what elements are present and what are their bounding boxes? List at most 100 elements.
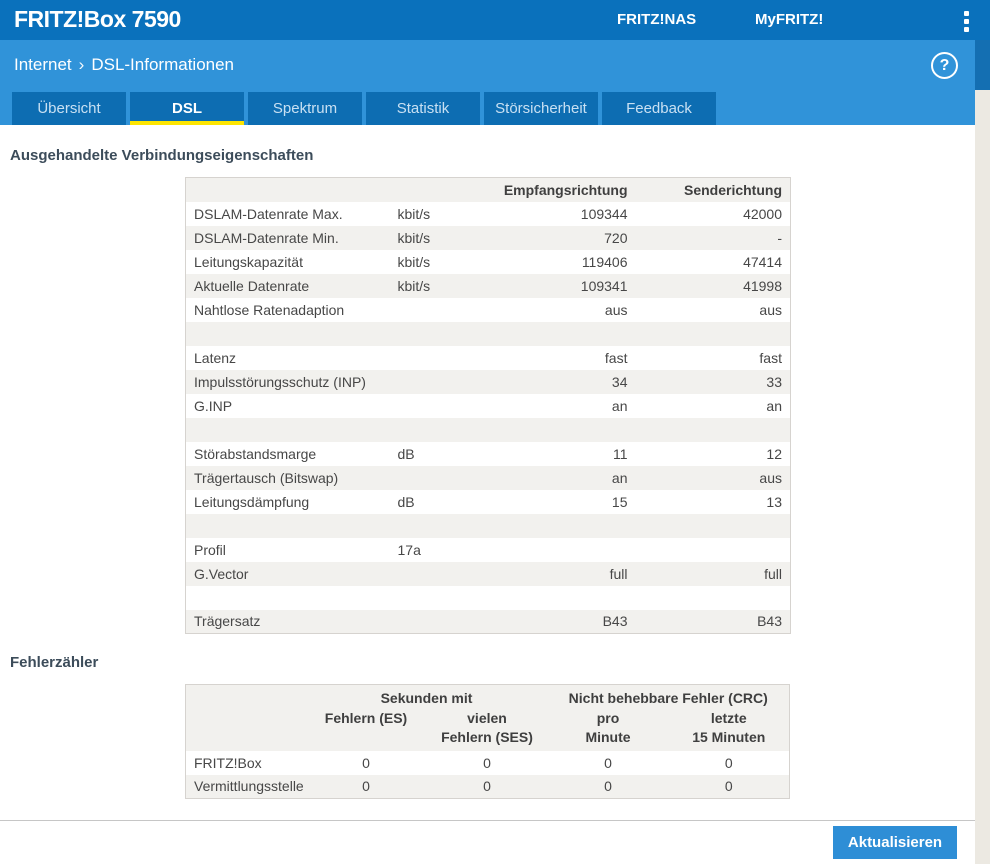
tab-spektrum[interactable]: Spektrum [248, 92, 362, 125]
row-downstream-value: 119406 [466, 250, 636, 274]
row-upstream-value: 47414 [636, 250, 791, 274]
row-downstream-value: aus [466, 298, 636, 322]
value-cell: 0 [669, 751, 790, 775]
table-row: DSLAM-Datenrate Max.kbit/s10934442000 [186, 202, 791, 226]
table-row [186, 418, 791, 442]
row-downstream-value: 11 [466, 442, 636, 466]
header-upstream: Senderichtung [636, 178, 791, 202]
row-upstream-value [636, 514, 791, 538]
scrollbar-track[interactable] [975, 40, 990, 864]
row-label: DSLAM-Datenrate Min. [186, 226, 390, 250]
row-upstream-value: 42000 [636, 202, 791, 226]
row-unit: dB [390, 490, 466, 514]
row-downstream-value [466, 538, 636, 562]
row-upstream-value: 33 [636, 370, 791, 394]
breadcrumb: Internet › DSL-Informationen [14, 55, 234, 75]
row-downstream-value: an [466, 466, 636, 490]
table-row: DSLAM-Datenrate Min.kbit/s720- [186, 226, 791, 250]
row-upstream-value: - [636, 226, 791, 250]
value-cell: 0 [669, 775, 790, 799]
header-per-minute: pro Minute [548, 709, 669, 751]
table-row: Impulsstörungsschutz (INP)3433 [186, 370, 791, 394]
row-unit: kbit/s [390, 202, 466, 226]
row-label: G.INP [186, 394, 390, 418]
row-label: Störabstandsmarge [186, 442, 390, 466]
nav-fritznas-link[interactable]: FRITZ!NAS [617, 11, 696, 28]
row-unit [390, 514, 466, 538]
row-label: Latenz [186, 346, 390, 370]
row-downstream-value: B43 [466, 610, 636, 634]
row-downstream-value [466, 322, 636, 346]
row-unit [390, 610, 466, 634]
tab--bersicht[interactable]: Übersicht [12, 92, 126, 125]
footer-divider [0, 820, 975, 821]
row-label: Impulsstörungsschutz (INP) [186, 370, 390, 394]
row-unit [390, 298, 466, 322]
value-cell: 0 [548, 751, 669, 775]
value-cell: 0 [306, 775, 427, 799]
table-row: TrägersatzB43B43 [186, 610, 791, 634]
value-cell: 0 [427, 775, 548, 799]
table-row: Trägertausch (Bitswap)anaus [186, 466, 791, 490]
row-unit [390, 562, 466, 586]
nav-myfritz-link[interactable]: MyFRITZ! [755, 11, 823, 28]
breadcrumb-section[interactable]: Internet [14, 55, 72, 74]
row-label [186, 322, 390, 346]
row-upstream-value: 13 [636, 490, 791, 514]
row-unit: kbit/s [390, 250, 466, 274]
row-downstream-value: fast [466, 346, 636, 370]
row-upstream-value: 41998 [636, 274, 791, 298]
table-row: Profil17a [186, 538, 791, 562]
error-counter-table: Sekunden mit Nicht behebbare Fehler (CRC… [185, 684, 790, 799]
row-upstream-value: fast [636, 346, 791, 370]
row-label: FRITZ!Box [186, 751, 306, 775]
row-upstream-value: B43 [636, 610, 791, 634]
table-row [186, 322, 791, 346]
tab-dsl[interactable]: DSL [130, 92, 244, 125]
table-row: Latenz fastfast [186, 346, 791, 370]
row-label [186, 586, 390, 610]
tab-st-rsicherheit[interactable]: Störsicherheit [484, 92, 598, 125]
breadcrumb-separator-icon: › [79, 55, 85, 74]
app-header: FRITZ!Box 7590 FRITZ!NAS MyFRITZ! [0, 0, 990, 40]
table-row: FRITZ!Box0000 [186, 751, 790, 775]
table-row: Leitungskapazitätkbit/s11940647414 [186, 250, 791, 274]
row-unit [390, 370, 466, 394]
row-downstream-value [466, 418, 636, 442]
row-downstream-value: 15 [466, 490, 636, 514]
value-cell: 0 [548, 775, 669, 799]
row-unit: kbit/s [390, 226, 466, 250]
row-upstream-value [636, 418, 791, 442]
header-last-15-min: letzte 15 Minuten [669, 709, 790, 751]
table-header-row: Empfangsrichtung Senderichtung [186, 178, 791, 202]
row-unit: dB [390, 442, 466, 466]
row-label: DSLAM-Datenrate Max. [186, 202, 390, 226]
row-label: Trägertausch (Bitswap) [186, 466, 390, 490]
table-row [186, 514, 791, 538]
row-label: Profil [186, 538, 390, 562]
page-title: DSL-Informationen [91, 55, 234, 74]
refresh-button[interactable]: Aktualisieren [833, 826, 957, 859]
app-title: FRITZ!Box 7590 [14, 6, 181, 33]
row-unit [390, 322, 466, 346]
row-upstream-value: an [636, 394, 791, 418]
table-row: Aktuelle Datenratekbit/s10934141998 [186, 274, 791, 298]
tab-statistik[interactable]: Statistik [366, 92, 480, 125]
row-label [186, 418, 390, 442]
header-empty-cell [186, 178, 390, 202]
row-label: Nahtlose Ratenadaption [186, 298, 390, 322]
tab-feedback[interactable]: Feedback [602, 92, 716, 125]
table-row: LeitungsdämpfungdB1513 [186, 490, 791, 514]
scrollbar-thumb[interactable] [975, 40, 990, 90]
row-downstream-value: 109341 [466, 274, 636, 298]
kebab-menu-icon[interactable] [959, 9, 973, 33]
help-icon[interactable]: ? [931, 52, 958, 79]
row-upstream-value [636, 322, 791, 346]
row-upstream-value: 12 [636, 442, 791, 466]
header-downstream: Empfangsrichtung [466, 178, 636, 202]
row-upstream-value [636, 586, 791, 610]
page-subheader: Internet › DSL-Informationen ? ÜbersichtDS… [0, 40, 975, 125]
row-upstream-value: aus [636, 298, 791, 322]
table-row: Vermittlungsstelle0000 [186, 775, 790, 799]
row-unit [390, 394, 466, 418]
